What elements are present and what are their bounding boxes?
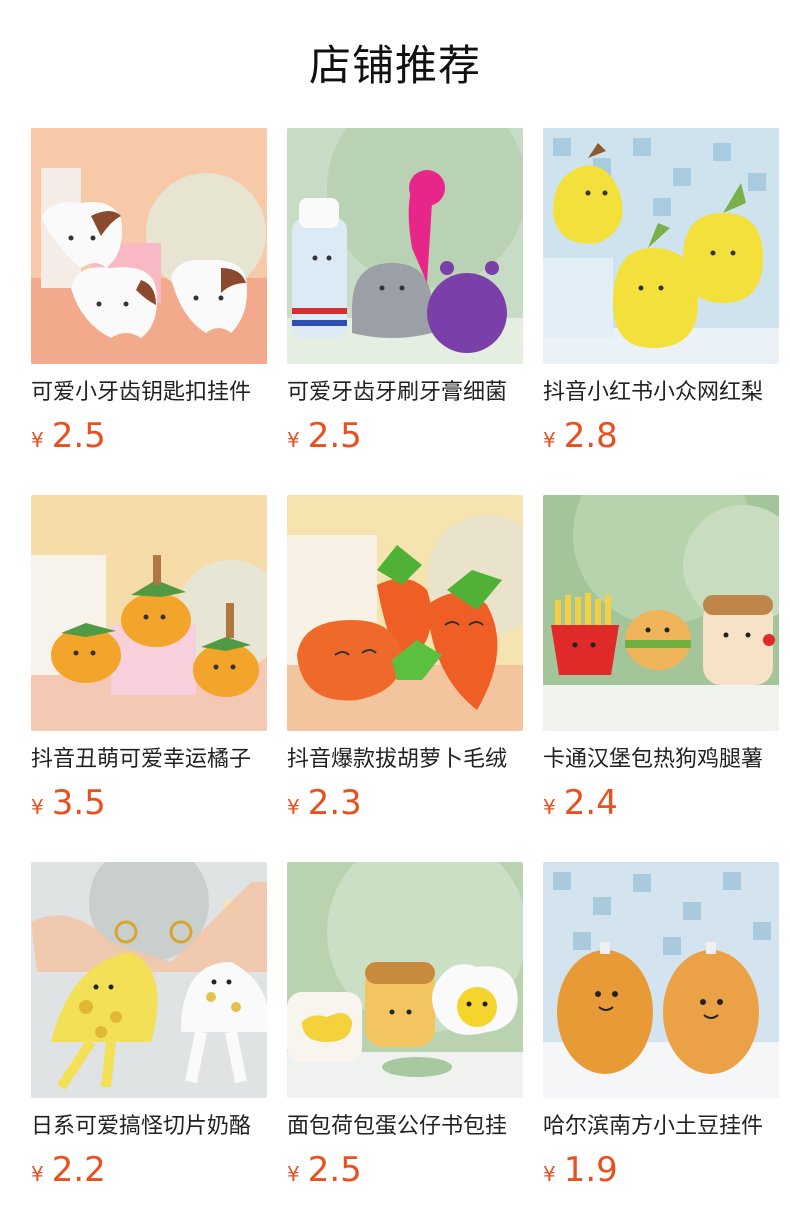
price-value: 2.2: [51, 1150, 106, 1190]
product-price: ¥2.8: [543, 414, 779, 458]
currency-symbol: ¥: [31, 428, 44, 452]
product-name[interactable]: 可爱牙齿牙刷牙膏细菌: [287, 378, 523, 408]
currency-symbol: ¥: [287, 1162, 300, 1186]
tooth-plush-image[interactable]: [31, 128, 267, 364]
product-price: ¥2.4: [543, 781, 779, 825]
product-card[interactable]: 哈尔滨南方小土豆挂件 ¥1.9: [543, 862, 779, 1192]
shop-recommendation-page: 店铺推荐 可爱小牙齿钥匙扣挂件 ¥ 2.5 可爱牙齿牙刷牙膏细菌 ¥ 2.5 抖…: [0, 0, 790, 1230]
product-name[interactable]: 抖音爆款拔胡萝卜毛绒: [287, 745, 523, 775]
currency-symbol: ¥: [31, 1162, 44, 1186]
price-value: 2.3: [307, 783, 362, 823]
currency-symbol: ¥: [543, 428, 556, 452]
price-value: 2.8: [563, 416, 618, 456]
product-name[interactable]: 哈尔滨南方小土豆挂件: [543, 1112, 779, 1142]
product-card[interactable]: 抖音小红书小众网红梨 ¥2.8: [543, 128, 779, 458]
cheese-plush-image[interactable]: [31, 862, 267, 1098]
product-card[interactable]: 卡通汉堡包热狗鸡腿薯 ¥2.4: [543, 495, 779, 825]
product-card[interactable]: 面包荷包蛋公仔书包挂 ¥2.5: [287, 862, 523, 1192]
product-price: ¥2.5: [287, 414, 523, 458]
fastfood-plush-image[interactable]: [543, 495, 779, 731]
product-price: ¥1.9: [543, 1148, 779, 1192]
price-value: 3.5: [51, 783, 106, 823]
price-value: 2.4: [563, 783, 618, 823]
product-price: ¥2.5: [31, 414, 267, 458]
currency-symbol: ¥: [287, 428, 300, 452]
toothpaste-plush-image[interactable]: [287, 128, 523, 364]
price-value: 2.5: [307, 1150, 362, 1190]
product-price: ¥2.3: [287, 781, 523, 825]
product-card[interactable]: 抖音爆款拔胡萝卜毛绒 ¥2.3: [287, 495, 523, 825]
product-name[interactable]: 抖音小红书小众网红梨: [543, 378, 779, 408]
price-value: 2.5: [51, 416, 106, 456]
product-price: ¥2.5: [287, 1148, 523, 1192]
product-card[interactable]: 抖音丑萌可爱幸运橘子 ¥3.5: [31, 495, 267, 825]
price-value: 1.9: [563, 1150, 618, 1190]
carrot-plush-image[interactable]: [287, 495, 523, 731]
currency-symbol: ¥: [31, 795, 44, 819]
product-card[interactable]: 日系可爱搞怪切片奶酪 ¥2.2: [31, 862, 267, 1192]
product-name[interactable]: 可爱小牙齿钥匙扣挂件: [31, 378, 267, 408]
toast-egg-plush-image[interactable]: [287, 862, 523, 1098]
price-value: 2.5: [307, 416, 362, 456]
product-name[interactable]: 面包荷包蛋公仔书包挂: [287, 1112, 523, 1142]
orange-plush-image[interactable]: [31, 495, 267, 731]
product-price: ¥2.2: [31, 1148, 267, 1192]
page-title: 店铺推荐: [308, 41, 481, 90]
product-card[interactable]: 可爱牙齿牙刷牙膏细菌 ¥2.5: [287, 128, 523, 458]
product-price: ¥3.5: [31, 781, 267, 825]
product-card[interactable]: 可爱小牙齿钥匙扣挂件 ¥2.5: [31, 128, 267, 458]
product-name[interactable]: 日系可爱搞怪切片奶酪: [31, 1112, 267, 1142]
currency-symbol: ¥: [287, 795, 300, 819]
product-name[interactable]: 抖音丑萌可爱幸运橘子: [31, 745, 267, 775]
currency-symbol: ¥: [543, 1162, 556, 1186]
potato-plush-image[interactable]: [543, 862, 779, 1098]
product-name[interactable]: 卡通汉堡包热狗鸡腿薯: [543, 745, 779, 775]
pear-plush-image[interactable]: [543, 128, 779, 364]
currency-symbol: ¥: [543, 795, 556, 819]
